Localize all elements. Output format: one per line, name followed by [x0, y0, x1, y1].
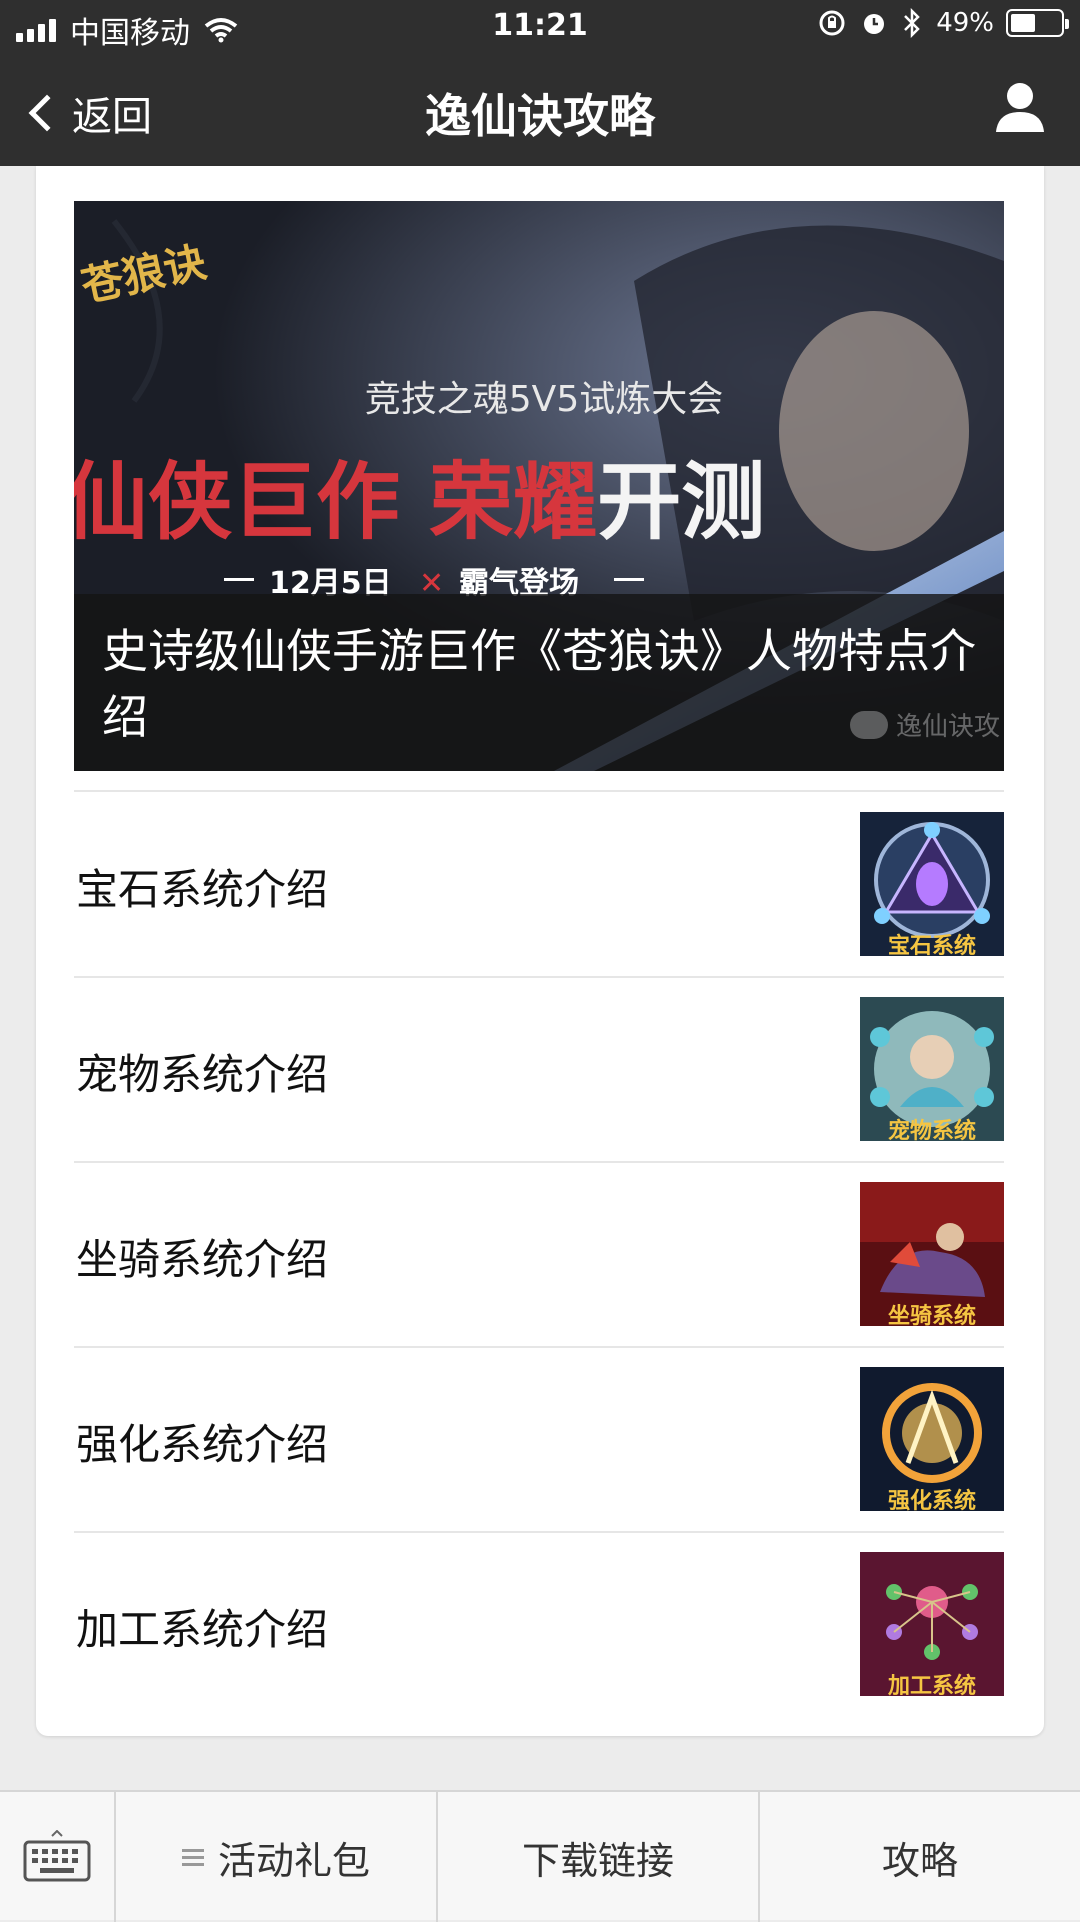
- list-item-mount[interactable]: 坐骑系统介绍 坐骑系统: [74, 1162, 1004, 1346]
- list-item-title: 强化系统介绍: [76, 1420, 329, 1469]
- tab-label: 下载链接: [521, 1838, 674, 1883]
- list-item-thumbnail: 强化系统: [860, 1367, 1004, 1511]
- thumbnail-label: 宠物系统: [887, 1119, 976, 1141]
- tab-label: 活动礼包: [217, 1838, 370, 1883]
- banner-headline: 仙侠巨作 荣耀开测: [74, 453, 765, 551]
- keyboard-toggle-button[interactable]: [0, 1792, 114, 1922]
- list-item-thumbnail: 加工系统: [860, 1552, 1004, 1696]
- banner-headline-red: 仙侠巨作 荣耀: [74, 453, 597, 551]
- thumbnail-label: 坐骑系统: [887, 1304, 976, 1326]
- list-item-thumbnail: 宝石系统: [860, 812, 1004, 956]
- user-profile-icon[interactable]: [994, 80, 1046, 134]
- list-item-thumbnail: 宠物系统: [860, 997, 1004, 1141]
- list-item-craft[interactable]: 加工系统介绍 加工系统: [74, 1532, 1004, 1716]
- list-item-title: 坐骑系统介绍: [76, 1235, 329, 1284]
- bottom-menu-bar: 活动礼包 下载链接 攻略: [0, 1790, 1080, 1922]
- wechat-icon: [849, 710, 888, 739]
- list-item-title: 宠物系统介绍: [76, 1050, 329, 1099]
- thumbnail-label: 强化系统: [887, 1489, 976, 1511]
- list-item-title: 加工系统介绍: [76, 1605, 329, 1654]
- banner-headline-white: 开测: [597, 453, 765, 551]
- menu-lines-icon: [181, 1845, 204, 1870]
- list-item-enhance[interactable]: 强化系统介绍 强化系统: [74, 1347, 1004, 1531]
- list-item-title: 宝石系统介绍: [76, 865, 329, 914]
- thumbnail-label: 宝石系统: [887, 934, 976, 956]
- battery-icon: [1006, 9, 1069, 37]
- page-title: 逸仙诀攻略: [425, 89, 655, 143]
- tab-gift-packs[interactable]: 活动礼包: [116, 1792, 436, 1922]
- alarm-icon: [864, 14, 885, 34]
- tab-download-links[interactable]: 下载链接: [438, 1792, 758, 1922]
- list-item-pet[interactable]: 宠物系统介绍 宠物系统: [74, 977, 1004, 1161]
- thumbnail-label: 加工系统: [887, 1674, 976, 1696]
- battery-percent: 49%: [936, 8, 994, 38]
- keyboard-icon: [23, 1830, 91, 1882]
- hero-article[interactable]: 苍狼诀 竞技之魂5V5试炼大会 仙侠巨作 荣耀开测 12月5日 ✕ 霸气登场 史…: [74, 201, 1004, 771]
- watermark-text: 逸仙诀攻: [895, 712, 1000, 742]
- status-bar: 中国移动 11:21 49%: [0, 0, 1080, 54]
- tab-guides[interactable]: 攻略: [760, 1792, 1080, 1922]
- article-list-card: 苍狼诀 竞技之魂5V5试炼大会 仙侠巨作 荣耀开测 12月5日 ✕ 霸气登场 史…: [36, 166, 1044, 1736]
- hero-caption: 史诗级仙侠手游巨作《苍狼诀》人物特点介绍: [74, 594, 1004, 771]
- status-right: 49%: [804, 8, 1069, 38]
- banner-subtitle: 竞技之魂5V5试炼大会: [365, 379, 723, 420]
- battery-fill: [1011, 14, 1035, 32]
- bluetooth-icon: [904, 8, 920, 38]
- list-item-thumbnail: 坐骑系统: [860, 1182, 1004, 1326]
- nav-bar: 返回 逸仙诀攻略: [0, 54, 1080, 166]
- hero-watermark: 逸仙诀攻: [849, 706, 1000, 743]
- orientation-lock-icon: [819, 10, 845, 36]
- tab-label: 攻略: [881, 1838, 958, 1883]
- list-item-gem[interactable]: 宝石系统介绍 宝石系统: [74, 792, 1004, 976]
